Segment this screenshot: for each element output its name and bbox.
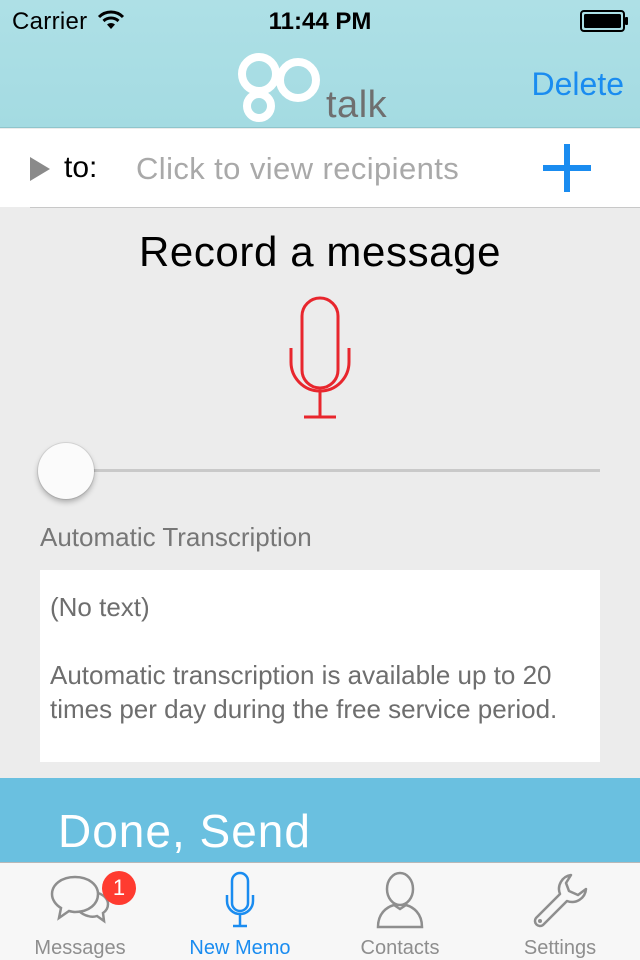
recipients-divider <box>30 207 640 208</box>
tab-messages-label: Messages <box>34 937 126 959</box>
to-label: to: <box>64 151 98 184</box>
tab-contacts[interactable]: Contacts <box>320 863 480 960</box>
tab-settings-label: Settings <box>523 937 597 959</box>
person-icon <box>376 871 424 929</box>
tab-bar: 1 Messages New Memo Contacts Settings <box>0 862 640 960</box>
microphone-icon <box>225 871 255 928</box>
microphone-icon[interactable] <box>286 296 354 420</box>
triangle-right-icon[interactable] <box>30 157 50 181</box>
transcription-text-empty: (No text) <box>50 592 150 622</box>
battery-icon <box>580 10 628 32</box>
done-send-label: Done, Send <box>58 805 311 857</box>
tab-new-memo-label: New Memo <box>189 937 291 959</box>
wrench-icon <box>533 873 588 928</box>
header: Carrier 11:44 PM talk Delete <box>0 0 640 128</box>
transcription-label: Automatic Transcription <box>40 522 312 552</box>
playback-slider-track[interactable] <box>60 469 600 472</box>
tab-messages[interactable]: 1 Messages <box>0 863 160 960</box>
plus-icon[interactable] <box>540 140 596 196</box>
recipients-placeholder[interactable]: Click to view recipients <box>136 151 459 187</box>
record-title: Record a message <box>138 228 502 275</box>
clock: 11:44 PM <box>268 8 372 35</box>
status-bar: Carrier 11:44 PM <box>0 0 640 40</box>
tab-new-memo[interactable]: New Memo <box>160 863 320 960</box>
delete-button[interactable]: Delete <box>532 66 625 103</box>
done-send-button[interactable]: Done, Send <box>0 778 640 862</box>
chat-bubbles-icon <box>50 875 110 924</box>
logo-talk-text: talk <box>326 84 388 126</box>
playback-slider-thumb[interactable] <box>38 443 94 499</box>
tab-settings[interactable]: Settings <box>480 863 640 960</box>
transcription-box: (No text) Automatic transcription is ava… <box>40 570 600 762</box>
messages-badge: 1 <box>102 871 136 905</box>
transcription-text-info: Automatic transcription is available up … <box>50 660 558 724</box>
tab-contacts-label: Contacts <box>360 937 440 959</box>
